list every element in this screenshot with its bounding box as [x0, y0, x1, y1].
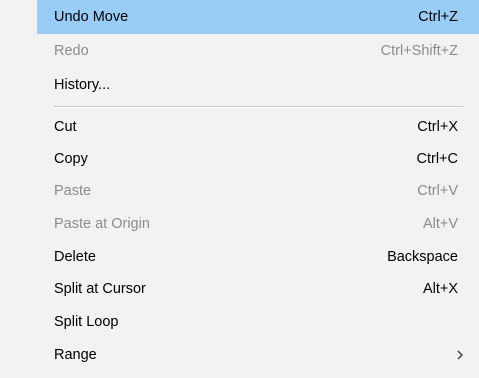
- menu-item-undo-move[interactable]: Undo Move Ctrl+Z: [37, 0, 479, 34]
- menu-item-label: Delete: [54, 249, 96, 265]
- menu-item-label: Cut: [54, 119, 77, 135]
- menu-item-redo[interactable]: Redo Ctrl+Shift+Z: [37, 34, 479, 68]
- menu-item-label: Range: [54, 347, 97, 363]
- menu-item-shortcut: Alt+X: [422, 281, 458, 297]
- chevron-right-icon: [457, 350, 463, 360]
- menu-item-label: Split at Cursor: [54, 281, 146, 297]
- menu-item-shortcut: Ctrl+X: [417, 119, 458, 135]
- menu-item-shortcut: Ctrl+V: [417, 183, 458, 199]
- menu-item-shortcut: Backspace: [387, 249, 458, 265]
- menu-item-history[interactable]: History...: [37, 68, 479, 102]
- menu-item-shortcut: Ctrl+Z: [418, 9, 458, 25]
- menu-item-shortcut: Ctrl+Shift+Z: [380, 43, 458, 59]
- menu-item-paste[interactable]: Paste Ctrl+V: [37, 174, 479, 208]
- menu-separator: [53, 106, 463, 108]
- menu-item-paste-at-origin[interactable]: Paste at Origin Alt+V: [37, 207, 479, 241]
- menu-item-label: Paste: [54, 183, 92, 199]
- menu-item-delete[interactable]: Delete Backspace: [37, 240, 479, 274]
- menu-item-shortcut: Ctrl+C: [416, 151, 459, 167]
- menu-item-shortcut: Alt+V: [422, 216, 458, 232]
- menu-item-split-at-cursor[interactable]: Split at Cursor Alt+X: [37, 272, 479, 306]
- menu-item-label: History...: [54, 77, 111, 93]
- menu-item-label: Redo: [54, 43, 89, 59]
- menu-item-label: Split Loop: [54, 314, 119, 330]
- menu-item-copy[interactable]: Copy Ctrl+C: [37, 142, 479, 176]
- menu-item-label: Copy: [54, 151, 88, 167]
- menu-item-range[interactable]: Range: [37, 338, 479, 372]
- edit-context-menu: Undo Move Ctrl+Z Redo Ctrl+Shift+Z Histo…: [0, 0, 479, 378]
- menu-item-label: Undo Move: [54, 9, 129, 25]
- menu-item-cut[interactable]: Cut Ctrl+X: [37, 110, 479, 144]
- menu-item-label: Paste at Origin: [54, 216, 150, 232]
- menu-item-split-loop[interactable]: Split Loop: [37, 305, 479, 339]
